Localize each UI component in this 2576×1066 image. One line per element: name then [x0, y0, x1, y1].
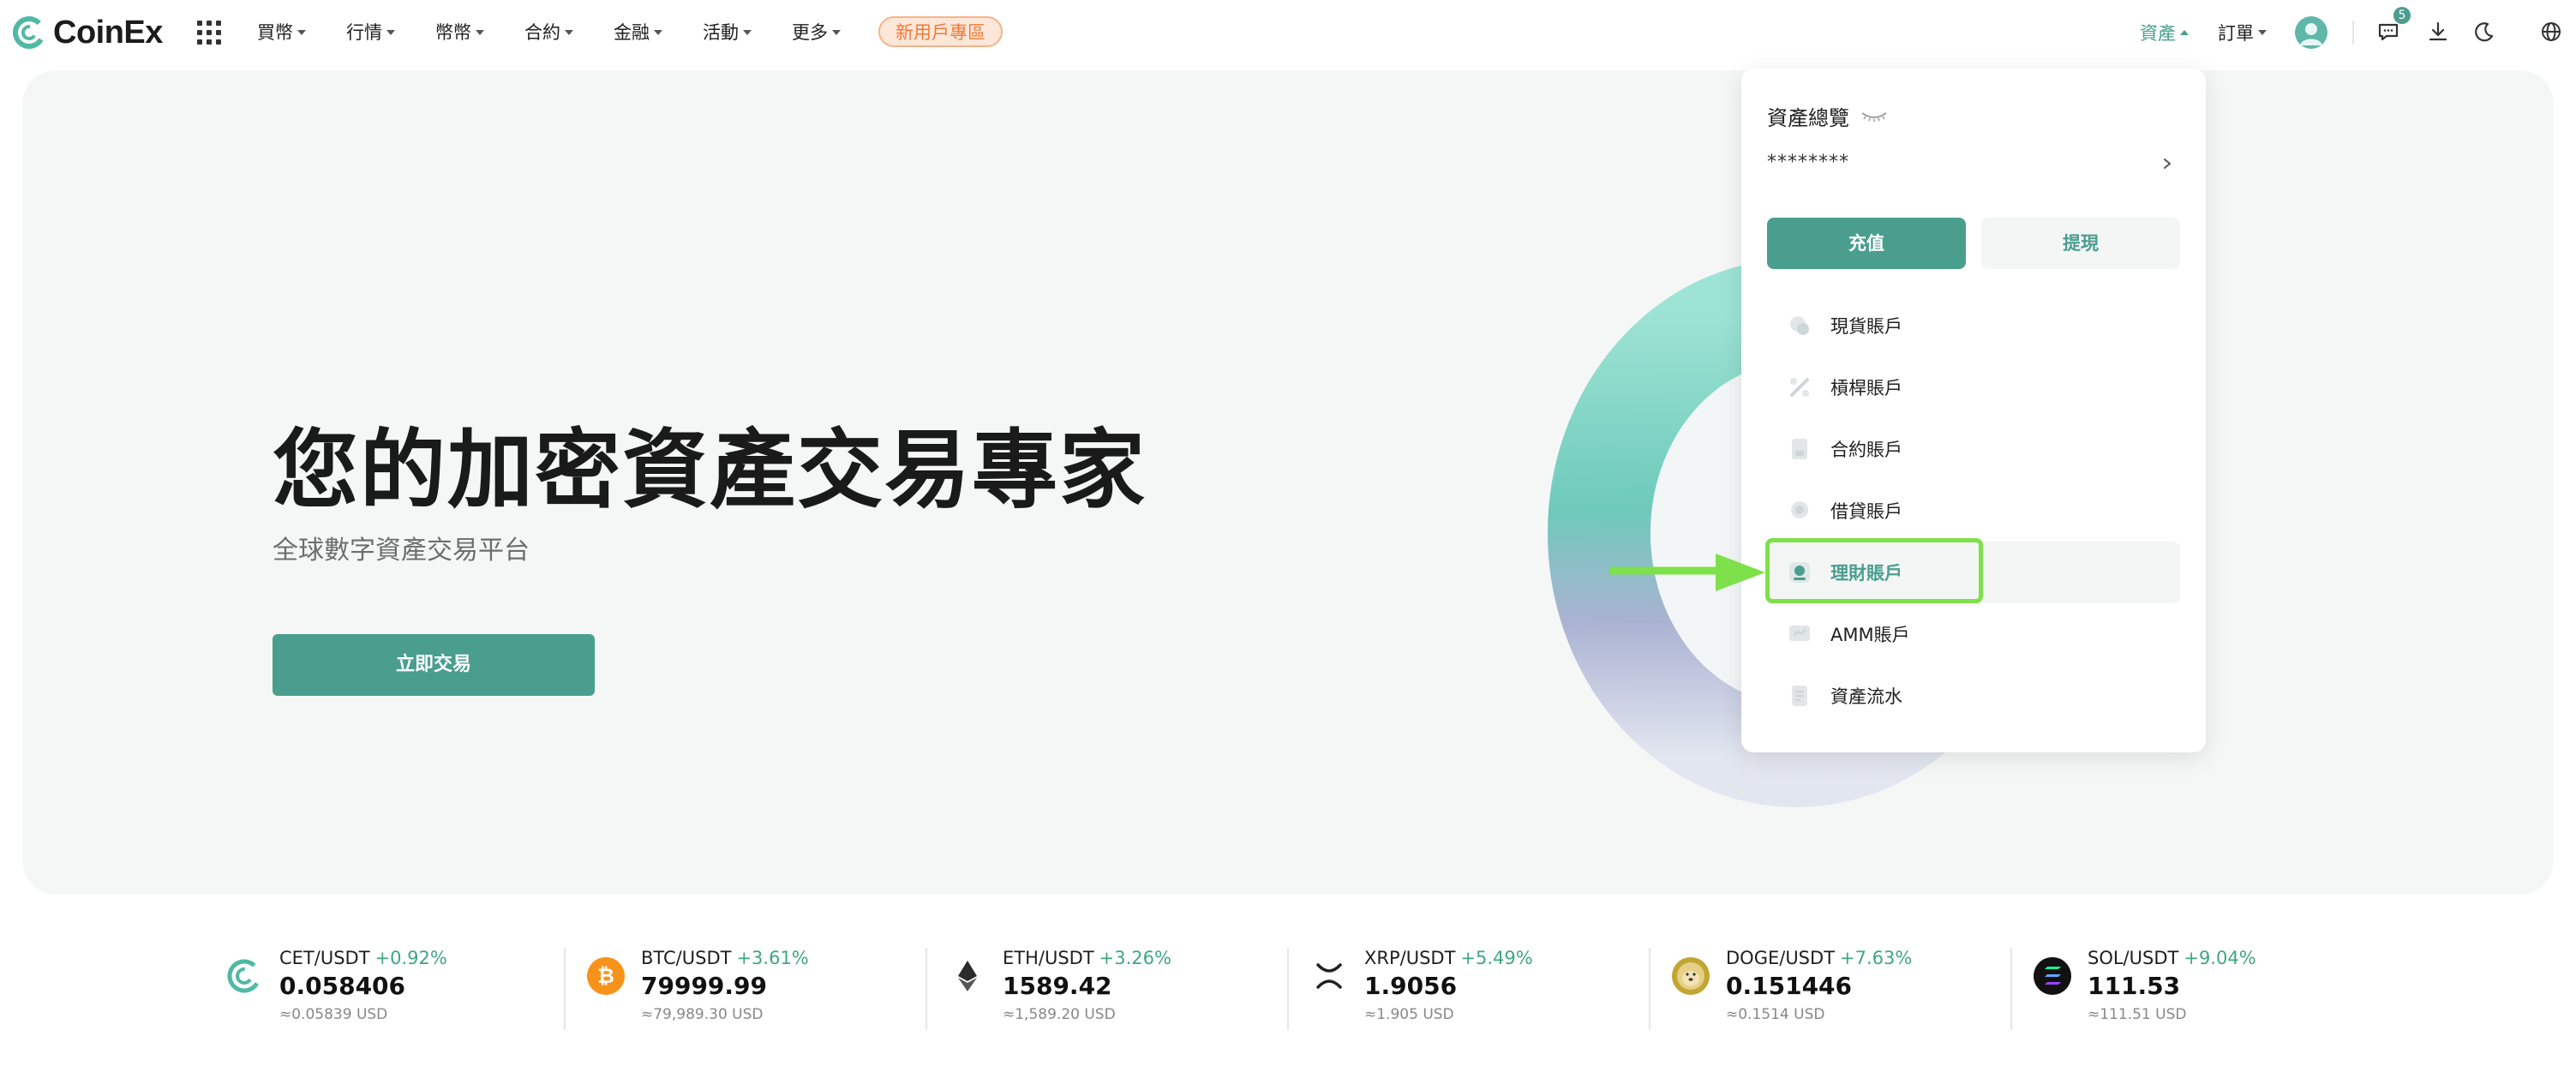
ticker-item-xrp[interactable]: XRP/USDT +5.49% 1.9056 ≈1.905 USD [1309, 944, 1669, 1030]
amm-account-icon [1789, 626, 1810, 641]
orders-menu[interactable]: 訂單 [2218, 17, 2267, 48]
xrp-coin-icon [1316, 963, 1342, 989]
futures-account-item[interactable]: 合約賬戶 [1767, 418, 2180, 480]
asset-overview-title: 資產總覽 [1767, 106, 1849, 130]
nav-more[interactable]: 更多 [792, 15, 841, 50]
ticker-item-doge[interactable]: DOGE/USDT +7.63% 0.151446 ≈0.1514 USD [1671, 944, 2031, 1030]
margin-account-item[interactable]: 槓桿賬戶 [1767, 356, 2180, 418]
chevron-right-icon[interactable] [2161, 158, 2173, 170]
ticker-divider [926, 948, 927, 1030]
chevron-down-icon [654, 30, 662, 35]
financial-account-item[interactable]: 理財賬戶 [1767, 542, 2180, 603]
market-ticker: CET/USDT +0.92% 0.058406 ≈0.05839 USD ₿ B… [225, 944, 2281, 1030]
ticker-divider [1287, 948, 1289, 1030]
assets-menu[interactable]: 資產 [2140, 17, 2189, 48]
assets-dropdown-panel: 資產總覽 ******** 充值 提現 現貨賬戶 槓桿賬戶 合約賬戶 借貸賬戶 … [1741, 69, 2206, 752]
chevron-down-icon [743, 30, 752, 35]
ticker-divider [1649, 948, 1650, 1030]
nav-finance[interactable]: 金融 [614, 15, 662, 50]
financial-account-icon [1789, 562, 1810, 583]
trade-now-button[interactable]: 立即交易 [273, 634, 595, 696]
ticker-divider [564, 948, 566, 1030]
top-nav: CoinEx 買幣 行情 幣幣 合約 金融 活動 更多 新用戶專區 資產 訂單 … [0, 0, 2576, 65]
hero-subtitle: 全球數字資產交易平台 [273, 536, 530, 566]
ticker-item-btc[interactable]: ₿ BTC/USDT +3.61% 79999.99 ≈79,989.30 USD [586, 944, 946, 1030]
btc-coin-icon: ₿ [587, 957, 625, 995]
nav-spot[interactable]: 幣幣 [435, 15, 484, 50]
spot-account-icon [1790, 316, 1809, 335]
avatar-icon [2300, 23, 2322, 45]
dark-mode-moon-icon[interactable] [2471, 19, 2497, 45]
asset-overview-header: 資產總覽 [1767, 101, 1889, 131]
chevron-up-icon [2180, 30, 2189, 35]
doge-coin-icon [1672, 957, 1710, 995]
annotation-arrow [1609, 554, 1765, 591]
nav-markets[interactable]: 行情 [346, 15, 395, 50]
ticker-divider [2010, 948, 2012, 1030]
ticker-item-cet[interactable]: CET/USDT +0.92% 0.058406 ≈0.05839 USD [225, 944, 584, 1030]
user-avatar[interactable] [2295, 16, 2327, 49]
margin-account-icon [1790, 378, 1809, 397]
account-list: 現貨賬戶 槓桿賬戶 合約賬戶 借貸賬戶 理財賬戶 AMM賬戶 資產流水 [1767, 295, 2180, 727]
hidden-eye-icon[interactable] [1860, 110, 1889, 123]
loan-account-icon [1791, 501, 1808, 518]
download-icon[interactable] [2425, 19, 2451, 45]
spot-account-item[interactable]: 現貨賬戶 [1767, 295, 2180, 356]
apps-grid-icon[interactable] [197, 21, 221, 45]
coinex-logo[interactable]: CoinEx [12, 13, 163, 52]
globe-language-icon[interactable] [2538, 19, 2564, 45]
chevron-down-icon [297, 30, 306, 35]
main-nav-menu: 買幣 行情 幣幣 合約 金融 活動 更多 [257, 15, 841, 50]
new-user-zone-button[interactable]: 新用戶專區 [878, 16, 1003, 47]
notification-badge: 5 [2393, 7, 2411, 24]
cet-coin-icon [227, 959, 261, 993]
brand-name: CoinEx [53, 14, 163, 51]
loan-account-item[interactable]: 借貸賬戶 [1767, 480, 2180, 542]
chevron-down-icon [832, 30, 841, 35]
ticker-item-sol[interactable]: SOL/USDT +9.04% 111.53 ≈111.51 USD [2033, 944, 2393, 1030]
deposit-button[interactable]: 充值 [1767, 218, 1966, 269]
divider [2352, 21, 2354, 45]
chevron-down-icon [565, 30, 573, 35]
amm-account-item[interactable]: AMM賬戶 [1767, 603, 2180, 665]
sol-coin-icon [2034, 957, 2071, 995]
total-balance-masked: ******** [1767, 152, 1849, 173]
asset-history-item[interactable]: 資產流水 [1767, 665, 2180, 727]
futures-account-icon [1792, 439, 1807, 459]
nav-activities[interactable]: 活動 [703, 15, 752, 50]
eth-coin-icon [958, 961, 977, 991]
nav-futures[interactable]: 合約 [524, 15, 573, 50]
chevron-down-icon [2258, 30, 2267, 35]
asset-history-icon [1792, 686, 1807, 706]
svg-text:₿: ₿ [597, 964, 614, 988]
coinex-logo-icon [13, 16, 45, 49]
chevron-down-icon [386, 30, 395, 35]
nav-buy-crypto[interactable]: 買幣 [257, 15, 306, 50]
withdraw-button[interactable]: 提現 [1981, 218, 2180, 269]
chevron-down-icon [476, 30, 484, 35]
hero-title: 您的加密資產交易專家 [273, 420, 1147, 520]
ticker-item-eth[interactable]: ETH/USDT +3.26% 1589.42 ≈1,589.20 USD [948, 944, 1308, 1030]
